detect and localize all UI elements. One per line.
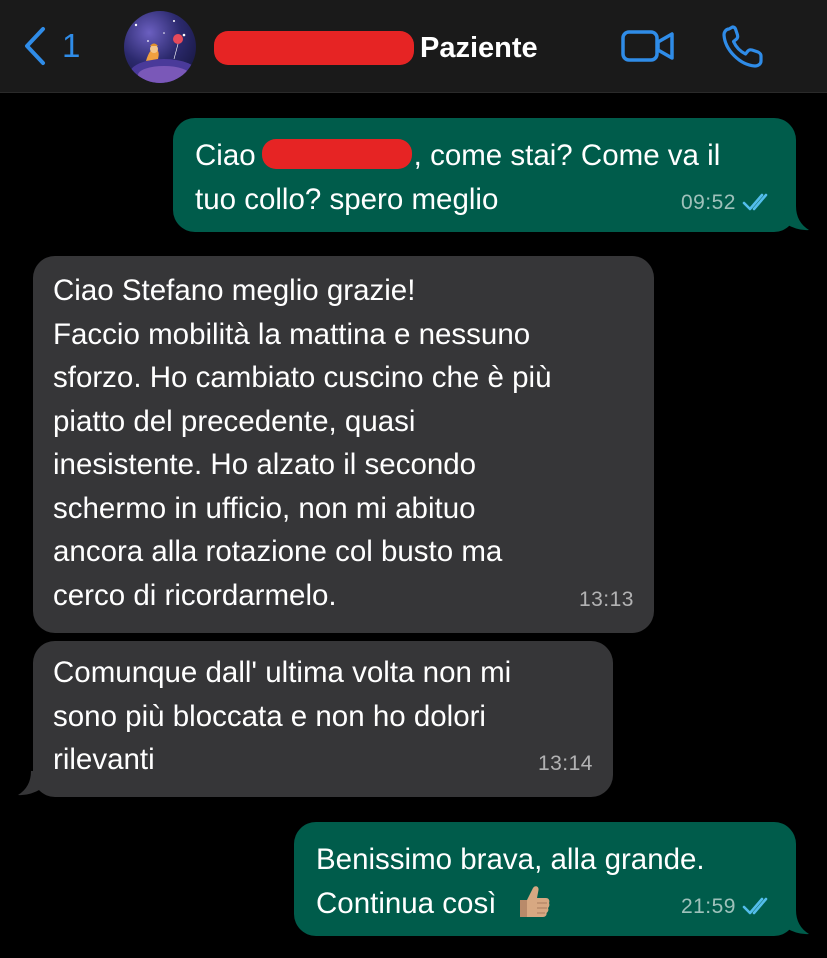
message-text: , come stai? Come va il — [413, 139, 721, 172]
message-line: Comunque dall' ultima volta non mi — [53, 656, 512, 689]
message-text: Continua così — [316, 886, 497, 920]
message-line: Benissimo brava, alla grande. — [316, 843, 705, 876]
message-bubble-incoming[interactable]: Ciao Stefano meglio grazie! Faccio mobil… — [33, 256, 654, 633]
message-time: 09:52 — [680, 190, 736, 214]
message-line: cerco di ricordarmelo. — [53, 578, 337, 612]
message-meta: 13:13 — [579, 578, 634, 622]
message-line: sforzo. Ho cambiato cuscino che è più — [53, 361, 552, 394]
unread-count: 1 — [62, 27, 81, 64]
chevron-left-icon — [25, 27, 45, 65]
message-time: 13:13 — [578, 587, 634, 611]
back-button[interactable]: 1 — [22, 24, 80, 68]
avatar-image — [130, 20, 196, 83]
bubble-tail — [784, 206, 809, 231]
read-ticks-icon — [742, 897, 768, 915]
video-camera-icon[interactable] — [620, 26, 676, 66]
message-bubble-outgoing[interactable]: Benissimo brava, alla grande. Continua c… — [294, 822, 796, 936]
message-meta: 13:14 — [538, 742, 593, 786]
phone-icon[interactable] — [720, 24, 766, 70]
read-ticks-icon — [742, 193, 768, 211]
message-line: schermo in ufficio, non mi abituo — [53, 491, 476, 525]
message-line: sono più bloccata e non ho dolori — [53, 699, 486, 733]
message-line: piatto del precedente, quasi — [53, 404, 416, 438]
thumbs-up-icon — [519, 885, 550, 917]
chat-screen: 1 Paziente Ciao , come stai? Come va il … — [0, 0, 827, 958]
message-meta: 09:52 — [681, 181, 774, 225]
bubble-tail — [18, 771, 43, 796]
message-time: 21:59 — [680, 894, 736, 918]
message-meta: 21:59 — [681, 885, 774, 929]
message-line: Faccio mobilità la mattina e nessuno — [53, 317, 531, 351]
message-line: ancora alla rotazione col busto ma — [53, 535, 503, 568]
message-line: inesistente. Ho alzato il secondo — [53, 448, 477, 481]
bubble-tail — [784, 910, 809, 935]
name-redaction — [214, 31, 414, 65]
message-bubble-incoming[interactable]: Comunque dall' ultima volta non mi sono … — [33, 641, 613, 797]
message-line: rilevanti — [53, 743, 155, 776]
message-line: Ciao , come stai? Come va il — [195, 134, 774, 178]
message-text: Ciao — [195, 139, 256, 172]
chat-header: 1 Paziente — [0, 0, 827, 93]
avatar[interactable] — [124, 11, 196, 83]
contact-name[interactable]: Paziente — [214, 28, 538, 68]
text-redaction — [261, 139, 412, 169]
message-bubble-outgoing[interactable]: Ciao, come stai? Come va il tuo collo? s… — [173, 118, 796, 232]
message-time: 13:14 — [537, 751, 593, 775]
message-line: Ciao Stefano meglio grazie! — [53, 274, 416, 307]
contact-name-visible: Paziente — [420, 31, 538, 64]
